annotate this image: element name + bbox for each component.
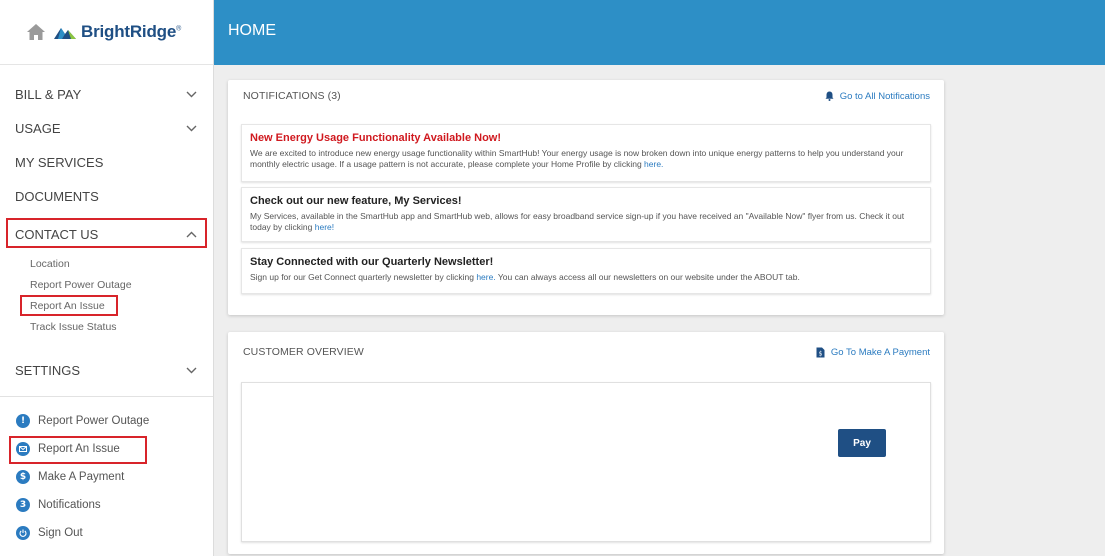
notification-item: Check out our new feature, My Services! … bbox=[241, 187, 931, 242]
customer-overview-header: CUSTOMER OVERVIEW $ Go To Make A Payment bbox=[243, 346, 930, 358]
notification-body: My Services, available in the SmartHub a… bbox=[250, 211, 905, 233]
quick-links: ! Report Power Outage Report An Issue $ … bbox=[0, 397, 213, 547]
payment-document-icon: $ bbox=[816, 347, 825, 357]
chevron-down-icon bbox=[186, 125, 197, 131]
sidebar-item-settings[interactable]: SETTINGS bbox=[0, 353, 213, 387]
sidebar-item-label: USAGE bbox=[15, 120, 61, 136]
sidebar-item-my-services[interactable]: MY SERVICES bbox=[0, 145, 213, 179]
submenu-item-location[interactable]: Location bbox=[30, 253, 213, 274]
contact-us-submenu: Location Report Power Outage Report An I… bbox=[0, 251, 213, 337]
dollar-icon: $ bbox=[16, 470, 30, 484]
notification-item: Stay Connected with our Quarterly Newsle… bbox=[241, 248, 931, 294]
pay-button[interactable]: Pay bbox=[838, 429, 886, 457]
go-to-make-a-payment-link[interactable]: $ Go To Make A Payment bbox=[816, 347, 930, 358]
top-bar: HOME bbox=[214, 0, 1105, 65]
page-title: HOME bbox=[228, 22, 276, 39]
customer-overview-panel: Pay bbox=[241, 382, 931, 542]
quick-link-report-an-issue[interactable]: Report An Issue bbox=[9, 435, 213, 464]
notifications-card-header: NOTIFICATIONS (3) Go to All Notification… bbox=[243, 90, 930, 102]
chevron-down-icon bbox=[186, 91, 197, 97]
sidebar-item-label: CONTACT US bbox=[15, 226, 99, 242]
sidebar-nav: BILL & PAY USAGE MY SERVICES DOCUMENTS C… bbox=[0, 65, 213, 387]
notifications-card-title: NOTIFICATIONS (3) bbox=[243, 90, 341, 102]
sidebar: BrightRidge® BILL & PAY USAGE MY SERVICE… bbox=[0, 0, 214, 556]
chevron-up-icon bbox=[186, 231, 197, 237]
quick-link-report-power-outage[interactable]: ! Report Power Outage bbox=[16, 407, 213, 435]
bell-icon bbox=[825, 91, 834, 101]
notification-link[interactable]: here. bbox=[644, 159, 663, 169]
exclamation-icon: ! bbox=[16, 414, 30, 428]
customer-overview-title: CUSTOMER OVERVIEW bbox=[243, 346, 364, 358]
brightridge-logo-mark bbox=[54, 28, 76, 39]
sidebar-item-bill-pay[interactable]: BILL & PAY bbox=[0, 77, 213, 111]
sidebar-item-label: DOCUMENTS bbox=[15, 188, 99, 204]
notification-title: New Energy Usage Functionality Available… bbox=[250, 132, 502, 144]
power-icon bbox=[16, 526, 30, 540]
customer-overview-card: CUSTOMER OVERVIEW $ Go To Make A Payment… bbox=[228, 332, 944, 554]
svg-text:$: $ bbox=[818, 350, 822, 357]
notification-title: Stay Connected with our Quarterly Newsle… bbox=[250, 256, 494, 268]
chevron-down-icon bbox=[186, 367, 197, 373]
envelope-icon bbox=[16, 442, 30, 456]
quick-link-notifications[interactable]: 3 Notifications bbox=[16, 491, 213, 519]
notifications-card: NOTIFICATIONS (3) Go to All Notification… bbox=[228, 80, 944, 315]
notification-body: Sign up for our Get Connect quarterly ne… bbox=[250, 272, 800, 282]
notification-item: New Energy Usage Functionality Available… bbox=[241, 124, 931, 182]
quick-link-make-a-payment[interactable]: $ Make A Payment bbox=[16, 463, 213, 491]
submenu-item-report-an-issue[interactable]: Report An Issue bbox=[20, 295, 213, 316]
logo-bar: BrightRidge® bbox=[0, 0, 213, 65]
submenu-item-report-power-outage[interactable]: Report Power Outage bbox=[30, 274, 213, 295]
notification-title: Check out our new feature, My Services! bbox=[250, 195, 462, 207]
notification-count-icon: 3 bbox=[16, 498, 30, 512]
notification-link[interactable]: here! bbox=[315, 222, 334, 232]
submenu-item-track-issue-status[interactable]: Track Issue Status bbox=[30, 316, 213, 337]
sidebar-item-label: MY SERVICES bbox=[15, 154, 104, 170]
sidebar-item-documents[interactable]: DOCUMENTS bbox=[0, 179, 213, 213]
notification-body: We are excited to introduce new energy u… bbox=[250, 148, 904, 170]
go-to-all-notifications-link[interactable]: Go to All Notifications bbox=[825, 91, 930, 102]
sidebar-item-usage[interactable]: USAGE bbox=[0, 111, 213, 145]
sidebar-item-label: SETTINGS bbox=[15, 362, 81, 378]
notification-link[interactable]: here. bbox=[476, 272, 495, 282]
sidebar-item-contact-us[interactable]: CONTACT US bbox=[0, 217, 213, 251]
brand-name[interactable]: BrightRidge® bbox=[81, 22, 181, 42]
home-icon[interactable] bbox=[26, 23, 46, 41]
quick-link-sign-out[interactable]: Sign Out bbox=[16, 519, 213, 547]
sidebar-item-label: BILL & PAY bbox=[15, 86, 82, 102]
